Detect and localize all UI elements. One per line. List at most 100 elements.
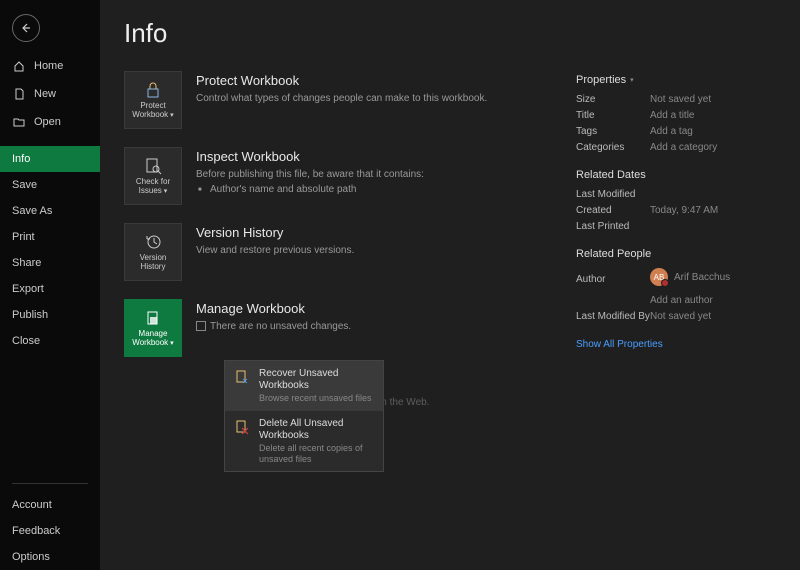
properties-panel: Properties▾ SizeNot saved yet TitleAdd a…	[576, 18, 776, 570]
properties-heading[interactable]: Properties▾	[576, 74, 776, 86]
section-version: Version History Version History View and…	[124, 223, 576, 281]
nav-options[interactable]: Options	[0, 544, 100, 570]
inspect-bullet: Author's name and absolute path	[196, 184, 576, 195]
nav-label: Options	[12, 551, 50, 563]
nav-info[interactable]: Info	[0, 146, 100, 172]
nav-label: Info	[12, 153, 30, 165]
dropdown-sub: Delete all recent copies of unsaved file…	[259, 443, 375, 465]
prop-label: Last Modified By	[576, 311, 650, 322]
prop-value: Not saved yet	[650, 94, 776, 105]
avatar: AB	[650, 268, 668, 286]
home-icon	[12, 59, 26, 73]
inspect-icon	[143, 156, 163, 176]
nav-label: Close	[12, 335, 40, 347]
related-dates-heading: Related Dates	[576, 169, 776, 181]
check-issues-tile[interactable]: Check for Issues▾	[124, 147, 182, 205]
tile-label: Check for Issues▾	[125, 178, 181, 196]
chevron-down-icon: ▾	[164, 188, 168, 195]
prop-label: Title	[576, 110, 650, 121]
nav-label: Home	[34, 60, 63, 72]
nav-label: New	[34, 88, 56, 100]
prop-label: Size	[576, 94, 650, 105]
section-title: Manage Workbook	[196, 301, 576, 316]
delete-unsaved-item[interactable]: Delete All Unsaved Workbooks Delete all …	[225, 411, 383, 472]
manage-workbook-tile[interactable]: Manage Workbook▾	[124, 299, 182, 357]
recover-icon	[233, 368, 251, 386]
recover-unsaved-item[interactable]: Recover Unsaved Workbooks Browse recent …	[225, 361, 383, 411]
section-title: Inspect Workbook	[196, 149, 576, 164]
show-all-properties-link[interactable]: Show All Properties	[576, 339, 663, 350]
open-icon	[12, 115, 26, 129]
nav-label: Feedback	[12, 525, 60, 537]
manage-workbook-dropdown: Recover Unsaved Workbooks Browse recent …	[224, 360, 384, 472]
section-manage: Manage Workbook▾ Manage Workbook There a…	[124, 299, 576, 357]
nav-save[interactable]: Save	[0, 172, 100, 198]
section-inspect: Check for Issues▾ Inspect Workbook Befor…	[124, 147, 576, 205]
prop-label: Last Modified	[576, 189, 650, 200]
prop-label: Last Printed	[576, 221, 650, 232]
prop-value: Not saved yet	[650, 311, 776, 322]
nav-home[interactable]: Home	[0, 52, 100, 80]
nav-feedback[interactable]: Feedback	[0, 518, 100, 544]
prop-label: Categories	[576, 142, 650, 153]
prop-value[interactable]: Add a title	[650, 110, 776, 121]
delete-icon	[233, 418, 251, 436]
chevron-down-icon: ▾	[170, 340, 174, 347]
nav-label: Open	[34, 116, 61, 128]
prop-value: Today, 9:47 AM	[650, 205, 776, 216]
nav-new[interactable]: New	[0, 80, 100, 108]
back-arrow-icon	[20, 22, 32, 34]
protect-workbook-tile[interactable]: Protect Workbook▾	[124, 71, 182, 129]
chevron-down-icon: ▾	[630, 76, 634, 84]
prop-value[interactable]: Add a category	[650, 142, 776, 153]
nav-save-as[interactable]: Save As	[0, 198, 100, 224]
new-icon	[12, 87, 26, 101]
section-desc: Before publishing this file, be aware th…	[196, 168, 576, 182]
history-icon	[143, 232, 163, 252]
back-button[interactable]	[12, 14, 40, 42]
add-author[interactable]: Add an author	[650, 295, 776, 306]
nav-print[interactable]: Print	[0, 224, 100, 250]
section-desc: There are no unsaved changes.	[196, 320, 576, 334]
nav-label: Publish	[12, 309, 48, 321]
version-history-tile[interactable]: Version History	[124, 223, 182, 281]
prop-label: Created	[576, 205, 650, 216]
main-content: Info Protect Workbook▾ Protect Workbook …	[100, 0, 800, 570]
prop-value[interactable]: Add a tag	[650, 126, 776, 137]
nav-account[interactable]: Account	[0, 492, 100, 518]
section-desc: View and restore previous versions.	[196, 244, 576, 258]
nav-label: Print	[12, 231, 35, 243]
sidebar: Home New Open Info Save Save As Print Sh…	[0, 0, 100, 570]
section-protect: Protect Workbook▾ Protect Workbook Contr…	[124, 71, 576, 129]
dropdown-title: Delete All Unsaved Workbooks	[259, 418, 375, 442]
tile-label: Protect Workbook▾	[125, 102, 181, 120]
tile-label: Version History	[125, 254, 181, 272]
author-value: AB Arif Bacchus	[650, 268, 776, 286]
nav-export[interactable]: Export	[0, 276, 100, 302]
nav-label: Share	[12, 257, 41, 269]
dropdown-sub: Browse recent unsaved files	[259, 393, 375, 404]
nav-publish[interactable]: Publish	[0, 302, 100, 328]
related-people-heading: Related People	[576, 248, 776, 260]
nav-label: Save	[12, 179, 37, 191]
prop-label: Author	[576, 274, 650, 285]
nav-share[interactable]: Share	[0, 250, 100, 276]
divider	[12, 483, 88, 484]
nav-label: Export	[12, 283, 44, 295]
nav-label: Save As	[12, 205, 52, 217]
doc-icon	[196, 321, 206, 331]
section-desc: Control what types of changes people can…	[196, 92, 576, 106]
nav-open[interactable]: Open	[0, 108, 100, 136]
prop-value	[650, 189, 776, 200]
prop-label: Tags	[576, 126, 650, 137]
tile-label: Manage Workbook▾	[125, 330, 181, 348]
page-title: Info	[124, 18, 576, 49]
nav-close[interactable]: Close	[0, 328, 100, 354]
chevron-down-icon: ▾	[170, 112, 174, 119]
workbook-icon	[143, 308, 163, 328]
section-title: Protect Workbook	[196, 73, 576, 88]
author-name: Arif Bacchus	[674, 272, 730, 283]
nav-label: Account	[12, 499, 52, 511]
dropdown-title: Recover Unsaved Workbooks	[259, 368, 375, 392]
prop-value	[650, 221, 776, 232]
